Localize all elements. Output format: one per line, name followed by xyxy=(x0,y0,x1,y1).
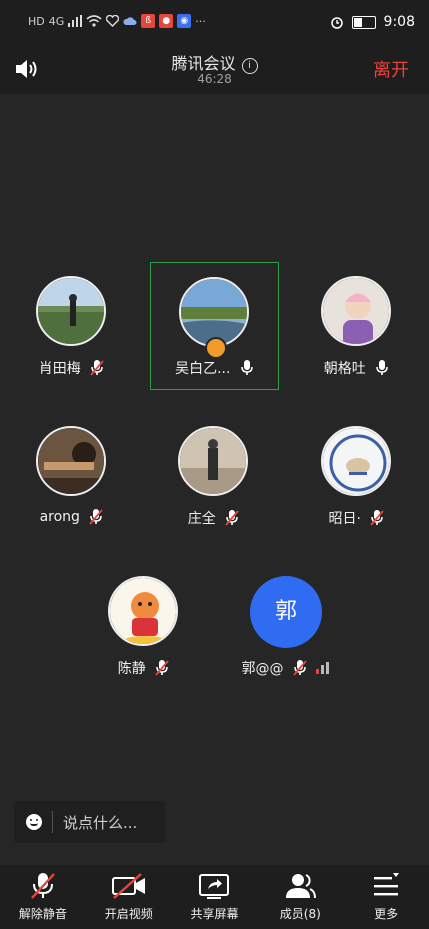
battery-icon xyxy=(351,15,376,29)
members-button[interactable]: 成员(8) xyxy=(257,865,343,929)
mic-muted-icon xyxy=(31,873,55,899)
letter-avatar: 郭 xyxy=(250,576,322,648)
participant-name: arong xyxy=(39,509,80,525)
start-video-button[interactable]: 开启视频 xyxy=(86,865,172,929)
menu-icon xyxy=(374,873,400,896)
cell-signal-icon xyxy=(68,15,83,27)
avatar xyxy=(36,426,106,496)
network-signal-icon xyxy=(316,662,330,674)
mic-notification-icon: ● xyxy=(159,14,174,28)
more-button[interactable]: 更多 xyxy=(343,865,429,929)
participant-tile[interactable]: 肖田梅 xyxy=(8,264,136,392)
avatar xyxy=(108,576,178,646)
participant-tile[interactable]: 郭 郭@@ xyxy=(222,564,350,692)
participant-name: 吴白乙... xyxy=(175,361,231,377)
start-video-label: 开启视频 xyxy=(104,907,153,921)
participant-tile[interactable]: arong xyxy=(8,414,136,542)
mic-muted-icon xyxy=(155,660,169,676)
clock: 9:08 xyxy=(383,14,415,30)
participant-tile-active-speaker[interactable]: 吴白乙... xyxy=(150,262,279,390)
heart-icon xyxy=(106,15,120,27)
meeting-notification-icon: ◉ xyxy=(177,14,192,28)
members-icon xyxy=(286,874,317,899)
share-screen-icon xyxy=(199,874,230,899)
avatar xyxy=(321,276,391,346)
chat-input[interactable]: 说点什么... xyxy=(14,801,165,843)
mic-muted-icon xyxy=(90,360,104,376)
emoji-icon[interactable] xyxy=(26,814,42,830)
participant-name: 肖田梅 xyxy=(38,361,81,377)
participant-tile[interactable]: 庄全 xyxy=(150,414,278,542)
more-label: 更多 xyxy=(374,907,399,921)
avatar xyxy=(321,426,391,496)
mic-icon xyxy=(376,360,388,375)
avatar xyxy=(178,426,248,496)
participant-tile[interactable]: 昭日· xyxy=(293,414,421,542)
network-gen: 4G xyxy=(48,14,65,28)
mic-muted-icon xyxy=(225,510,239,526)
leave-button[interactable]: 离开 xyxy=(373,56,409,82)
participant-name: 庄全 xyxy=(187,511,216,527)
mic-muted-icon xyxy=(89,509,104,525)
meeting-title-text: 腾讯会议 xyxy=(171,54,236,73)
mic-muted-icon xyxy=(370,510,385,526)
participant-name: ‌陈静 xyxy=(117,661,146,677)
mic-icon xyxy=(241,360,253,375)
status-bar: HD 4G ß ● ◉ ··· 9:08 xyxy=(0,0,429,44)
participant-name: 郭@@ xyxy=(241,661,284,677)
avatar xyxy=(36,276,106,346)
app-notification-icon: ß xyxy=(141,14,156,28)
share-screen-label: 共享屏幕 xyxy=(190,907,239,921)
unmute-button[interactable]: 解除静音 xyxy=(0,865,86,929)
meeting-header: 腾讯会议 i 46:28 离开 xyxy=(0,44,429,94)
alarm-icon xyxy=(330,17,343,29)
unmute-label: 解除静音 xyxy=(18,907,67,921)
mic-muted-icon xyxy=(293,660,307,676)
more-notifications: ··· xyxy=(195,14,206,28)
divider xyxy=(52,811,53,833)
wifi-icon xyxy=(86,15,102,27)
bottom-toolbar: 解除静音 开启视频 共享屏幕 成员(8) 更多 xyxy=(0,865,429,929)
host-badge-icon xyxy=(205,337,227,359)
participant-name: 昭日· xyxy=(328,511,361,527)
participant-name: 朝格吐 xyxy=(323,361,366,377)
video-off-icon xyxy=(111,873,145,899)
meeting-timer: 46:28 xyxy=(197,72,232,86)
cloud-icon xyxy=(123,17,137,25)
meeting-title[interactable]: 腾讯会议 i xyxy=(0,50,429,74)
participant-tile[interactable]: 朝格吐 xyxy=(293,264,421,392)
participant-tile[interactable]: ‌陈静 xyxy=(80,564,208,692)
share-screen-button[interactable]: 共享屏幕 xyxy=(172,865,258,929)
hd-badge: HD xyxy=(28,14,45,28)
members-label: 成员(8) xyxy=(279,907,321,921)
chat-placeholder: 说点什么... xyxy=(63,813,138,832)
